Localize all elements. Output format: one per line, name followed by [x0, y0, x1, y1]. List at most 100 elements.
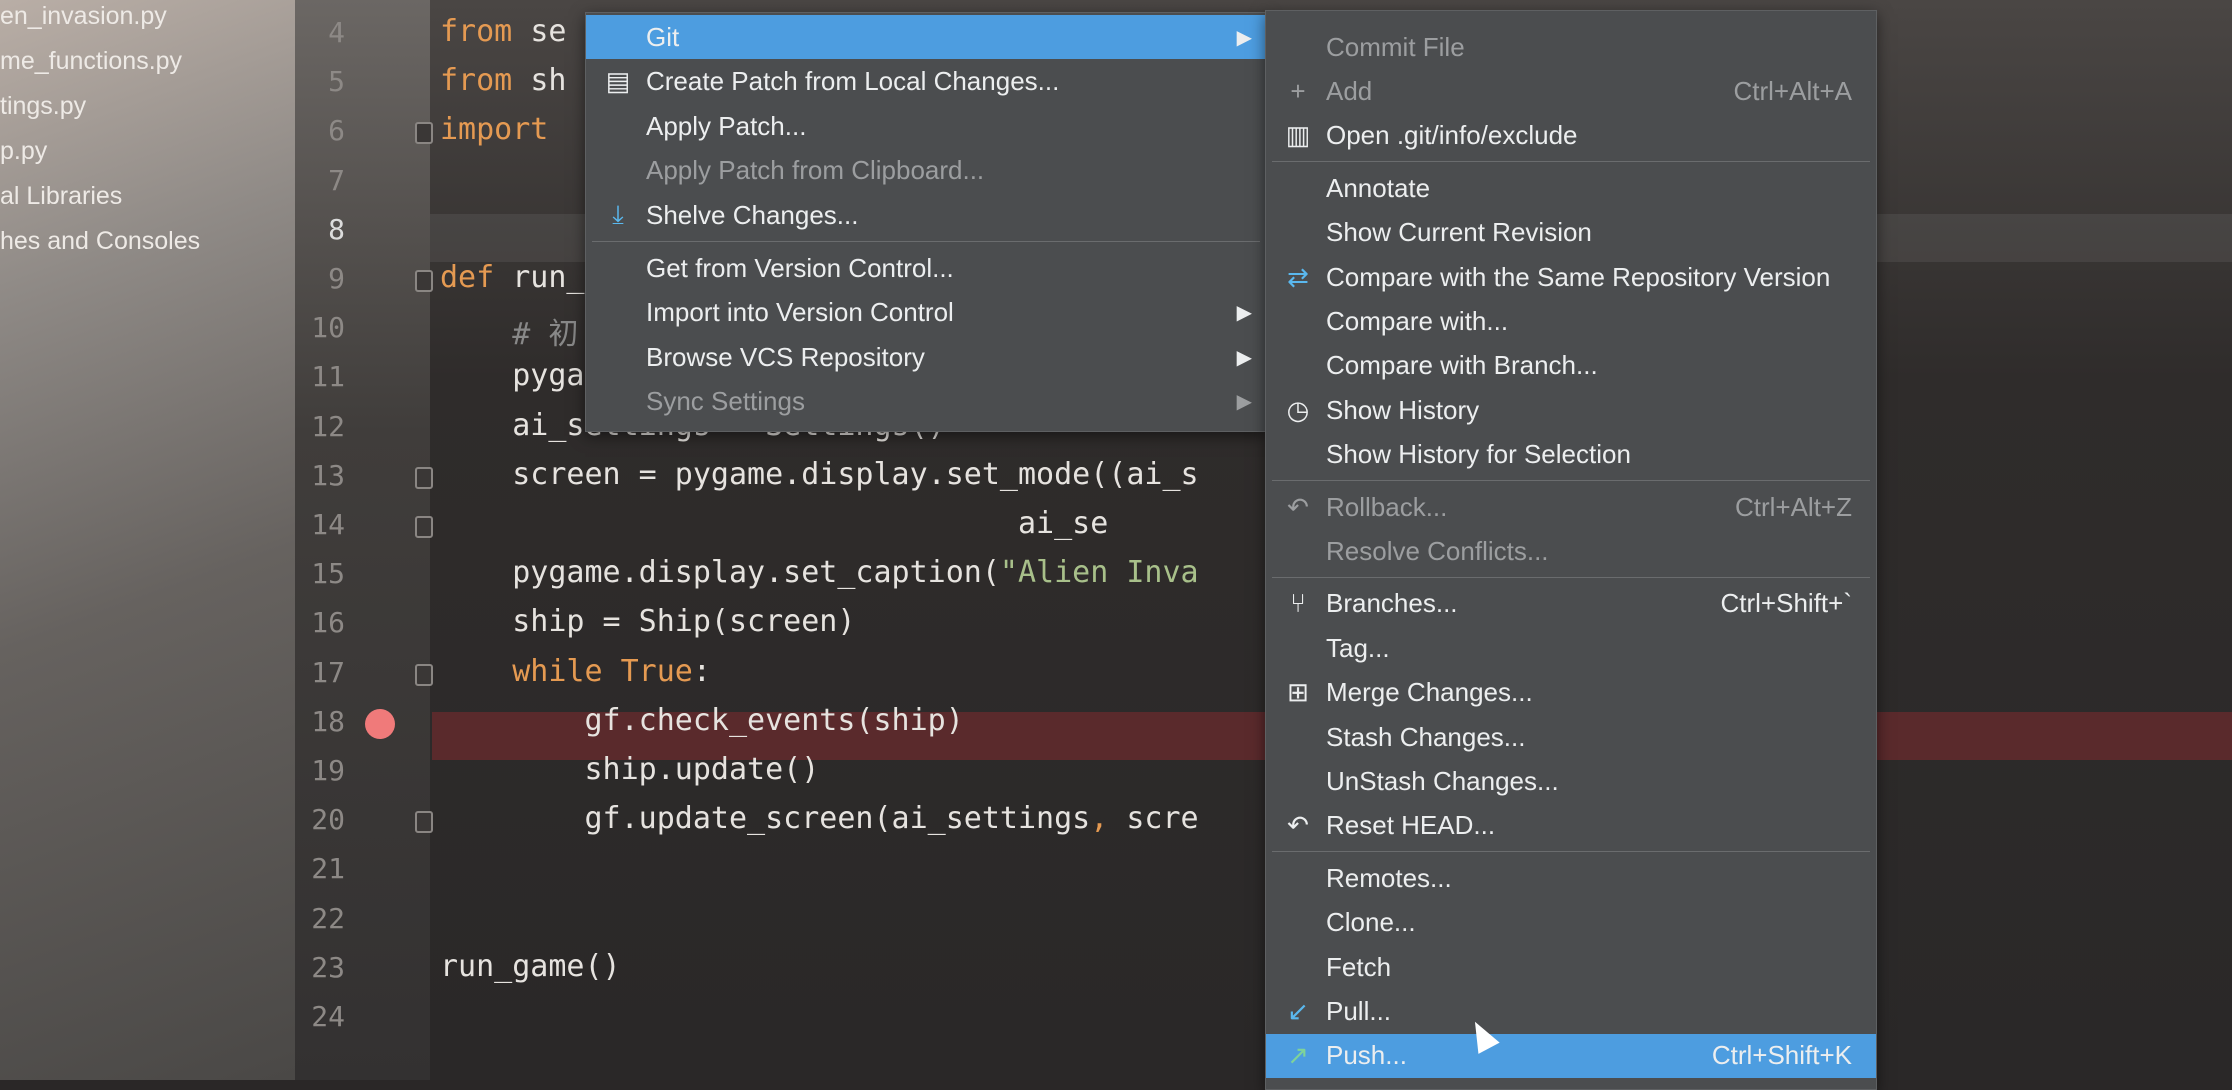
menu-item-rollback[interactable]: ↶ Rollback... Ctrl+Alt+Z — [1266, 485, 1876, 529]
breakpoint-icon[interactable] — [365, 708, 395, 739]
code-token: , — [1090, 801, 1109, 837]
menu-item-merge-changes[interactable]: ⊞ Merge Changes... — [1266, 671, 1876, 715]
submenu-arrow-icon: ▶ — [1236, 346, 1252, 369]
menu-item-add[interactable]: + Add Ctrl+Alt+A — [1266, 69, 1876, 113]
menu-item-pull[interactable]: ↙ Pull... — [1266, 989, 1876, 1033]
line-number: 21 — [311, 852, 345, 886]
code-token: def — [440, 260, 513, 295]
menu-item-label: Branches... — [1326, 588, 1458, 619]
tree-item[interactable]: en_invasion.py — [0, 2, 167, 31]
menu-item-fetch[interactable]: Fetch — [1266, 945, 1876, 989]
menu-separator — [1272, 480, 1870, 481]
menu-separator — [1272, 576, 1870, 578]
menu-item-label: Open .git/info/exclude — [1326, 120, 1578, 151]
code-line[interactable]: ai_se — [440, 506, 1108, 541]
plus-icon: + — [1290, 75, 1306, 106]
tree-item[interactable]: tings.py — [0, 92, 86, 121]
menu-item-label: Annotate — [1326, 172, 1431, 203]
menu-item-compare-with-the-same-repository-version[interactable]: ⇄ Compare with the Same Repository Versio… — [1266, 255, 1876, 299]
menu-item-unstash-changes[interactable]: UnStash Changes... — [1266, 759, 1876, 803]
menu-item-show-history[interactable]: ◷ Show History — [1266, 388, 1876, 432]
menu-item-label: Apply Patch... — [646, 110, 807, 141]
code-line[interactable]: gf.update_screen(ai_settings, scre — [440, 801, 1198, 837]
merge-icon: ⊞ — [1287, 677, 1309, 708]
code-line[interactable]: ship.update() — [440, 752, 819, 787]
code-token: # 初 — [440, 317, 579, 353]
menu-item-label: Fetch — [1326, 951, 1392, 982]
code-line[interactable]: run_game() — [440, 949, 621, 984]
menu-item-branches[interactable]: ⑂ Branches... Ctrl+Shift+` — [1266, 582, 1876, 626]
menu-item-compare-with[interactable]: Compare with... — [1266, 299, 1876, 343]
menu-item-show-history-for-selection[interactable]: Show History for Selection — [1266, 433, 1876, 477]
code-line[interactable]: while True: — [440, 654, 711, 689]
menu-item-tag[interactable]: Tag... — [1266, 626, 1876, 670]
line-number: 17 — [311, 655, 345, 689]
fold-icon[interactable] — [415, 663, 433, 686]
menu-item-open-git-info-exclude[interactable]: ▥ Open .git/info/exclude — [1266, 114, 1876, 158]
fold-icon[interactable] — [415, 811, 433, 834]
menu-item-label: Commit File — [1326, 31, 1465, 62]
menu-item-label: Resolve Conflicts... — [1326, 535, 1549, 566]
menu-item-annotate[interactable]: Annotate — [1266, 166, 1876, 210]
code-line[interactable]: import — [440, 112, 566, 147]
fold-icon[interactable] — [415, 516, 433, 538]
menu-item-label: Rollback... — [1326, 491, 1448, 522]
code-line[interactable]: from sh — [440, 63, 566, 98]
code-token: from — [440, 14, 531, 49]
vcs-menu: Git ▶ ▤ Create Patch from Local Changes... A… — [585, 12, 1267, 432]
menu-item-browse-vcs-repository[interactable]: Browse VCS Repository ▶ — [586, 335, 1266, 379]
menu-item-apply-patch-from-clipboard[interactable]: Apply Patch from Clipboard... — [586, 149, 1266, 193]
menu-item-git[interactable]: Git ▶ — [586, 15, 1266, 59]
code-line[interactable]: gf.check_events(ship) — [440, 703, 963, 738]
shelve-icon: ⤓ — [612, 199, 624, 230]
menu-separator — [592, 241, 1260, 242]
tree-item[interactable]: hes and Consoles — [0, 227, 200, 256]
fold-icon[interactable] — [415, 122, 433, 145]
menu-item-get-from-version-control[interactable]: Get from Version Control... — [586, 246, 1266, 290]
menu-item-commit-file[interactable]: Commit File — [1266, 25, 1876, 69]
shortcut-label: Ctrl+Shift+K — [1711, 1040, 1852, 1071]
menu-item-create-patch-from-local-changes[interactable]: ▤ Create Patch from Local Changes... — [586, 60, 1266, 104]
menu-item-compare-with-branch[interactable]: Compare with Branch... — [1266, 344, 1876, 388]
menu-item-label: Compare with Branch... — [1326, 350, 1598, 381]
menu-item-label: Reset HEAD... — [1326, 810, 1496, 841]
code-line[interactable]: ship = Ship(screen) — [440, 604, 855, 639]
submenu-arrow-icon: ▶ — [1236, 302, 1252, 325]
code-line[interactable]: from se — [440, 14, 566, 49]
tree-item[interactable]: me_functions.py — [0, 47, 182, 76]
fold-icon[interactable] — [415, 270, 433, 292]
menu-item-sync-settings[interactable]: Sync Settings ▶ — [586, 380, 1266, 424]
code-line[interactable]: pygame.display.set_caption("Alien Inva — [440, 555, 1198, 590]
menu-item-apply-patch[interactable]: Apply Patch... — [586, 104, 1266, 148]
code-token: gf.update_screen(ai_settings — [440, 801, 1091, 837]
menu-item-clone[interactable]: Clone... — [1266, 901, 1876, 945]
tree-item[interactable]: al Libraries — [0, 182, 122, 211]
fold-icon[interactable] — [415, 466, 433, 489]
branch-icon: ⑂ — [1290, 588, 1306, 619]
menu-item-label: Clone... — [1326, 907, 1416, 938]
menu-item-remotes[interactable]: Remotes... — [1266, 856, 1876, 900]
file-exclude-icon: ▥ — [1285, 120, 1311, 151]
code-line[interactable]: screen = pygame.display.set_mode((ai_s — [440, 457, 1198, 492]
code-token: from — [440, 63, 531, 99]
line-number: 11 — [311, 360, 345, 394]
menu-item-import-into-version-control[interactable]: Import into Version Control ▶ — [586, 291, 1266, 335]
code-line[interactable]: pyga — [440, 358, 585, 394]
code-token: pyga — [440, 358, 585, 394]
menu-item-resolve-conflicts[interactable]: Resolve Conflicts... — [1266, 529, 1876, 573]
menu-item-shelve-changes[interactable]: ⤓ Shelve Changes... — [586, 193, 1266, 237]
line-number: 4 — [328, 16, 345, 49]
menu-item-reset-head[interactable]: ↶ Reset HEAD... — [1266, 804, 1876, 848]
submenu-arrow-icon: ▶ — [1236, 26, 1252, 49]
menu-item-stash-changes[interactable]: Stash Changes... — [1266, 715, 1876, 759]
line-number: 14 — [311, 508, 345, 541]
menu-item-label: Create Patch from Local Changes... — [646, 66, 1060, 97]
code-line[interactable]: def run_ — [440, 260, 585, 295]
menu-item-label: Tag... — [1326, 632, 1390, 663]
tree-item[interactable]: p.py — [0, 137, 47, 166]
shortcut-label: Ctrl+Alt+A — [1733, 75, 1853, 106]
line-number: 7 — [328, 163, 345, 197]
code-line[interactable]: # 初 — [440, 309, 578, 353]
menu-item-push[interactable]: ↗ Push... Ctrl+Shift+K — [1266, 1033, 1876, 1078]
menu-item-show-current-revision[interactable]: Show Current Revision — [1266, 211, 1876, 255]
